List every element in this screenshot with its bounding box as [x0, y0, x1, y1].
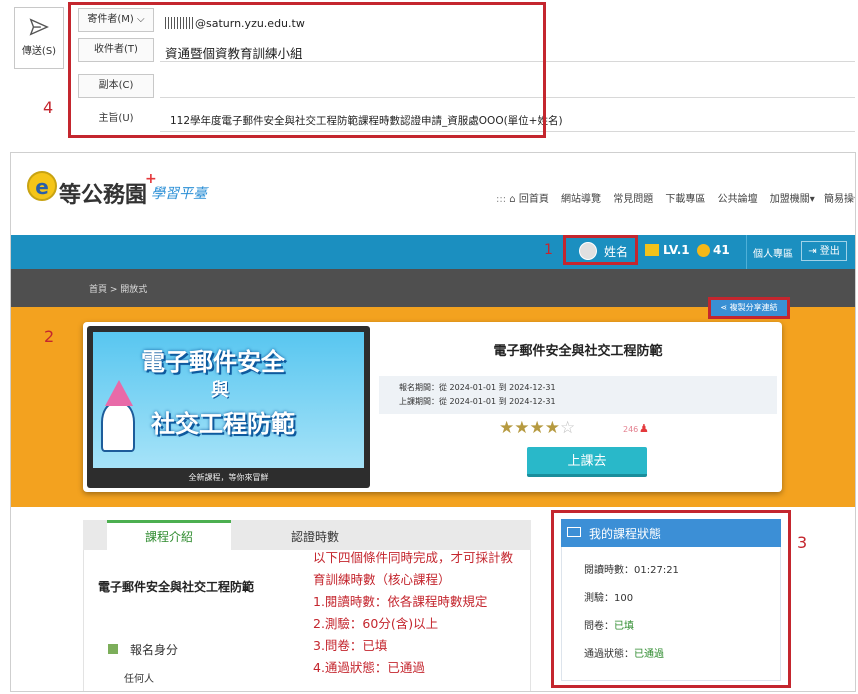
user-name[interactable]: 姓名	[604, 243, 628, 260]
start-course-button[interactable]: 上課去	[527, 447, 647, 477]
course-banner[interactable]: 電子郵件安全 與 社交工程防範 全新課程，等你來冒鮮	[87, 326, 370, 488]
send-button[interactable]: 傳送(S)	[14, 7, 64, 69]
book-icon	[567, 527, 581, 537]
class-period: 上課期間：從 2024-01-01 到 2024-12-31	[399, 397, 556, 406]
period-box: 報名期間：從 2024-01-01 到 2024-12-31 上課期間：從 20…	[379, 376, 777, 414]
banner-title-3: 社交工程防範	[151, 410, 295, 438]
caret-down-icon: ▾	[809, 194, 815, 205]
home-icon: ⌂	[509, 194, 516, 205]
conditions-note: 以下四個條件同時完成，才可採計教 育訓練時數（核心課程） 1.閱讀時數：依各課程…	[313, 547, 545, 679]
course-band: 2 ⋖ 複製分享連結 電子郵件安全 與 社交工程防範 全新課程，等你來冒鮮 電子…	[11, 297, 855, 507]
logout-label: 登出	[819, 246, 840, 257]
nav-faq[interactable]: 常見問題	[613, 194, 653, 205]
nav-easy[interactable]: 簡易操作	[824, 194, 855, 205]
star-icon: ★	[529, 418, 545, 438]
enroll-period: 報名期間：從 2024-01-01 到 2024-12-31	[399, 383, 556, 392]
condition-line: 以下四個條件同時完成，才可採計教	[313, 550, 514, 565]
personal-area-link[interactable]: 個人專區	[753, 245, 793, 260]
banner-image: 電子郵件安全 與 社交工程防範	[93, 332, 364, 468]
breadcrumb[interactable]: 首頁 > 開放式	[89, 282, 147, 295]
status-body: 閱讀時數：01:27:21 測驗：100 問卷：已填 通過狀態：已通過	[561, 547, 781, 681]
rating-count: 246	[623, 425, 639, 434]
condition-line: 1.閱讀時數：依各課程時數規定	[313, 594, 488, 609]
avatar[interactable]	[579, 242, 597, 260]
course-card: 電子郵件安全 與 社交工程防範 全新課程，等你來冒鮮 電子郵件安全與社交工程防範…	[83, 322, 782, 492]
banner-title-2: 與	[211, 380, 229, 401]
section-marker	[108, 644, 118, 654]
user-bar: 1 姓名 LV.1 41 個人專區 ⇥ 登出	[11, 235, 855, 269]
grid-icon: :::	[496, 194, 507, 205]
status-title: 我的課程狀態	[589, 527, 662, 541]
rating-stars: ★★★★☆	[499, 418, 575, 438]
logout-icon: ⇥	[808, 246, 817, 257]
share-link-button[interactable]: ⋖ 複製分享連結	[708, 297, 790, 319]
logo-main-text: 等公務園	[59, 182, 148, 208]
banner-caption: 全新課程，等你來冒鮮	[188, 473, 269, 482]
level-icon	[645, 244, 659, 256]
site-frame: e 等公務園 學習平臺 + ::: ⌂ 回首頁 網站導覽 常見問題 下載專區 公…	[10, 152, 856, 692]
send-label: 傳送(S)	[21, 46, 57, 57]
nav-forum[interactable]: 公共論壇	[718, 194, 758, 205]
enroll-identity-heading: 報名身分	[130, 643, 179, 657]
star-icon: ☆	[560, 418, 576, 438]
level-value: LV.1	[663, 243, 690, 257]
pass-row: 通過狀態：已通過	[584, 649, 664, 660]
mascot-image	[101, 402, 135, 452]
plus-icon: +	[145, 171, 157, 187]
e-logo-icon: e	[27, 171, 57, 201]
send-icon	[29, 18, 49, 36]
course-title: 電子郵件安全與社交工程防範	[493, 344, 663, 359]
nav-home[interactable]: 回首頁	[519, 194, 549, 205]
people-icon: ♟	[639, 422, 649, 435]
coin-icon	[697, 244, 710, 257]
nav-download[interactable]: 下載專區	[665, 194, 705, 205]
star-icon: ★	[499, 418, 515, 438]
site-logo[interactable]: e 等公務園 學習平臺 +	[23, 169, 223, 211]
tab-bar: 課程介紹 認證時數	[83, 520, 531, 550]
top-nav: ::: ⌂ 回首頁 網站導覽 常見問題 下載專區 公共論壇 加盟機關▾ 簡易操作	[496, 190, 855, 205]
tab-cert-hours[interactable]: 認證時數	[253, 523, 377, 550]
status-header: 我的課程狀態	[561, 519, 781, 547]
read-time-row: 閱讀時數：01:27:21	[584, 565, 679, 576]
star-icon: ★	[514, 418, 530, 438]
condition-line: 3.問卷：已填	[313, 638, 388, 653]
quiz-row: 測驗：100	[584, 593, 634, 604]
enroll-identity-value: 任何人	[124, 674, 154, 685]
status-highlight-box: 我的課程狀態 閱讀時數：01:27:21 測驗：100 問卷：已填 通過狀態：已…	[551, 510, 791, 688]
banner-title-1: 電子郵件安全	[141, 348, 285, 376]
nav-sitemap[interactable]: 網站導覽	[561, 194, 601, 205]
share-icon: ⋖	[720, 303, 728, 312]
condition-line: 育訓練時數（核心課程）	[313, 572, 451, 587]
condition-line: 4.通過狀態：已通過	[313, 660, 425, 675]
nav-agencies[interactable]: 加盟機關	[770, 194, 810, 205]
email-highlight-box	[68, 2, 546, 138]
annotation-1: 1	[544, 242, 553, 258]
logout-button[interactable]: ⇥ 登出	[801, 241, 847, 261]
intro-course-name: 電子郵件安全與社交工程防範	[98, 580, 255, 594]
annotation-2: 2	[44, 327, 55, 346]
annotation-4: 4	[43, 98, 54, 117]
logo-sub-text: 學習平臺	[151, 186, 207, 202]
survey-row: 問卷：已填	[584, 621, 634, 632]
star-icon: ★	[544, 418, 560, 438]
tab-intro[interactable]: 課程介紹	[107, 520, 231, 550]
mascot-hat-image	[105, 380, 133, 406]
annotation-3: 3	[797, 533, 808, 552]
share-label: 複製分享連結	[729, 303, 778, 312]
condition-line: 2.測驗：60分(含)以上	[313, 616, 439, 631]
points-value: 41	[713, 243, 730, 257]
divider	[746, 235, 747, 269]
